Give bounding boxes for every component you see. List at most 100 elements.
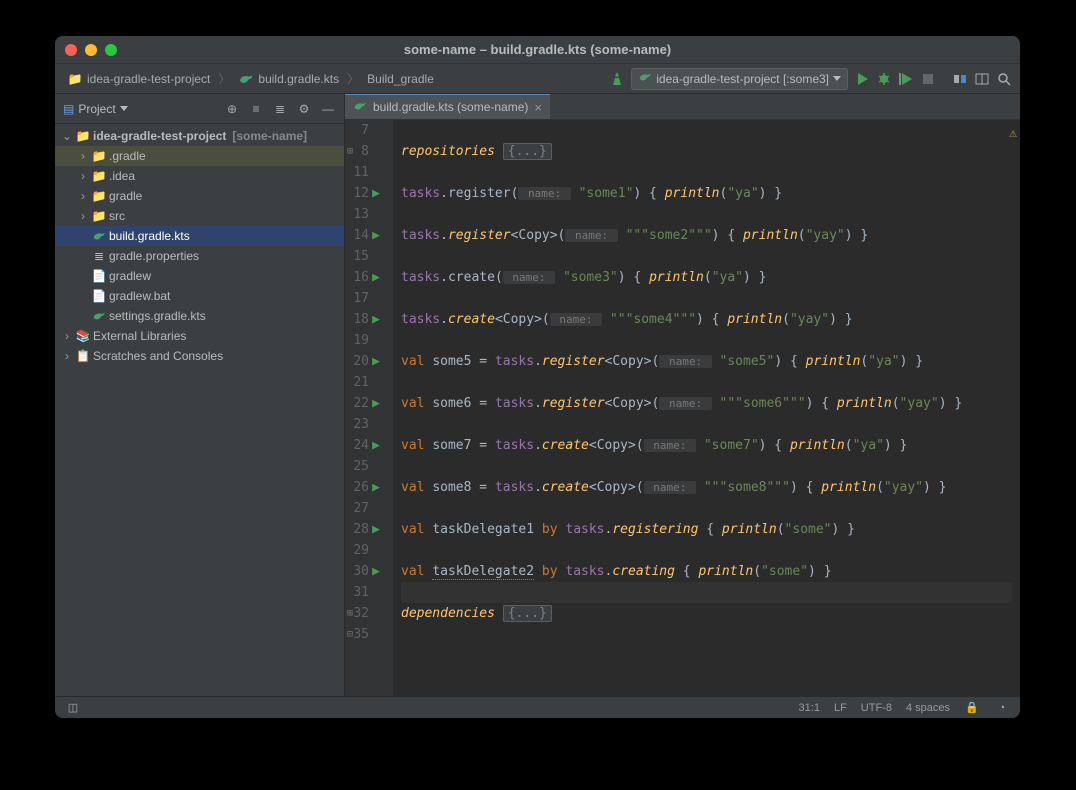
code-line[interactable] [401,372,1012,393]
tree-arrow-icon[interactable]: › [77,169,89,183]
stop-button[interactable] [920,71,936,87]
tree-arrow-icon[interactable]: ⌄ [61,129,73,143]
warning-indicator-icon[interactable]: ⚠ [1009,123,1017,144]
code-line[interactable] [401,414,1012,435]
close-tab-icon[interactable]: × [534,100,542,115]
fold-icon[interactable]: ⊞ [347,603,353,624]
gutter-line[interactable]: 11 [345,162,389,183]
indent-setting[interactable]: 4 spaces [906,702,950,714]
code-area[interactable]: ⚠ repositories {...} tasks.register( name… [393,120,1020,696]
namespace-icon[interactable] [952,71,968,87]
gutter[interactable]: 7⊞81112▶1314▶1516▶1718▶1920▶2122▶2324▶25… [345,120,393,696]
tree-item[interactable]: ›📁.gradle [55,146,344,166]
project-view-selector[interactable]: ▤ Project [63,102,128,116]
tree-arrow-icon[interactable]: › [77,189,89,203]
breadcrumb-item-project[interactable]: 📁 idea-gradle-test-project [63,70,214,88]
code-line[interactable] [401,624,1012,645]
gutter-line[interactable]: 31 [345,582,389,603]
gutter-line[interactable]: 24▶ [345,435,389,456]
gutter-line[interactable]: 29 [345,540,389,561]
close-window-button[interactable] [65,44,77,56]
code-line[interactable]: val some6 = tasks.register<Copy>( name: … [401,393,1012,414]
run-gutter-icon[interactable]: ▶ [369,267,383,288]
code-line[interactable] [401,162,1012,183]
code-line[interactable] [401,330,1012,351]
gutter-line[interactable]: ⊞32 [345,603,389,624]
gutter-line[interactable]: 26▶ [345,477,389,498]
tree-item[interactable]: build.gradle.kts [55,226,344,246]
run-gutter-icon[interactable]: ▶ [369,225,383,246]
settings-icon[interactable]: ⚙ [296,101,312,117]
expand-all-icon[interactable]: ≡ [248,101,264,117]
tree-item[interactable]: settings.gradle.kts [55,306,344,326]
code-line[interactable] [401,288,1012,309]
tree-arrow-icon[interactable]: › [77,149,89,163]
code-line[interactable]: val taskDelegate1 by tasks.registering {… [401,519,1012,540]
code-line[interactable] [401,540,1012,561]
gutter-line[interactable]: 27 [345,498,389,519]
code-line[interactable]: tasks.create<Copy>( name: """some4""") {… [401,309,1012,330]
debug-button[interactable] [876,71,892,87]
collapse-all-icon[interactable]: ≣ [272,101,288,117]
maximize-window-button[interactable] [105,44,117,56]
breadcrumb-item-file[interactable]: build.gradle.kts [234,69,343,89]
tree-arrow-icon[interactable]: › [61,349,73,363]
gutter-line[interactable]: ⊞8 [345,141,389,162]
tree-arrow-icon[interactable]: › [61,329,73,343]
gutter-line[interactable]: ⊟35 [345,624,389,645]
code-line[interactable] [401,120,1012,141]
code-line[interactable]: tasks.register<Copy>( name: """some2""")… [401,225,1012,246]
run-gutter-icon[interactable]: ▶ [369,393,383,414]
run-gutter-icon[interactable]: ▶ [369,561,383,582]
code-line[interactable] [401,246,1012,267]
gutter-line[interactable]: 30▶ [345,561,389,582]
gutter-line[interactable]: 28▶ [345,519,389,540]
line-separator[interactable]: LF [834,702,847,714]
coverage-button[interactable] [898,71,914,87]
inspection-profile-icon[interactable]: ◔ [994,700,1010,716]
tree-item[interactable]: ⌄📁idea-gradle-test-project[some-name] [55,126,344,146]
build-icon[interactable] [609,71,625,87]
gutter-line[interactable]: 15 [345,246,389,267]
readonly-lock-icon[interactable]: 🔒 [964,700,980,716]
gutter-line[interactable]: 13 [345,204,389,225]
run-gutter-icon[interactable]: ▶ [369,435,383,456]
gutter-line[interactable]: 23 [345,414,389,435]
gutter-line[interactable]: 18▶ [345,309,389,330]
code-line[interactable]: val some8 = tasks.create<Copy>( name: ""… [401,477,1012,498]
code-line[interactable]: val some7 = tasks.create<Copy>( name: "s… [401,435,1012,456]
tree-item[interactable]: ›📁.idea [55,166,344,186]
run-button[interactable] [854,71,870,87]
tree-arrow-icon[interactable]: › [77,209,89,223]
code-line[interactable] [401,498,1012,519]
gutter-line[interactable]: 22▶ [345,393,389,414]
gutter-line[interactable]: 14▶ [345,225,389,246]
tree-item[interactable]: ›📋Scratches and Consoles [55,346,344,366]
minimize-window-button[interactable] [85,44,97,56]
gutter-line[interactable]: 25 [345,456,389,477]
run-gutter-icon[interactable]: ▶ [369,309,383,330]
code-line[interactable] [401,204,1012,225]
file-encoding[interactable]: UTF-8 [861,702,892,714]
gutter-line[interactable]: 20▶ [345,351,389,372]
code-line[interactable] [401,456,1012,477]
tree-item[interactable]: ≣gradle.properties [55,246,344,266]
fold-icon[interactable]: ⊞ [347,141,353,162]
code-line[interactable] [401,582,1012,603]
code-line[interactable]: val taskDelegate2 by tasks.creating { pr… [401,561,1012,582]
tool-windows-icon[interactable]: ◫ [65,700,81,716]
gutter-line[interactable]: 7 [345,120,389,141]
caret-position[interactable]: 31:1 [799,702,820,714]
split-icon[interactable] [974,71,990,87]
fold-icon[interactable]: ⊟ [347,624,353,645]
run-gutter-icon[interactable]: ▶ [369,477,383,498]
search-icon[interactable] [996,71,1012,87]
code-line[interactable]: val some5 = tasks.register<Copy>( name: … [401,351,1012,372]
tree-item[interactable]: 📄gradlew.bat [55,286,344,306]
code-line[interactable]: dependencies {...} [401,603,1012,624]
gutter-line[interactable]: 17 [345,288,389,309]
run-gutter-icon[interactable]: ▶ [369,519,383,540]
code-line[interactable]: tasks.register( name: "some1") { println… [401,183,1012,204]
code-line[interactable]: repositories {...} [401,141,1012,162]
run-gutter-icon[interactable]: ▶ [369,183,383,204]
